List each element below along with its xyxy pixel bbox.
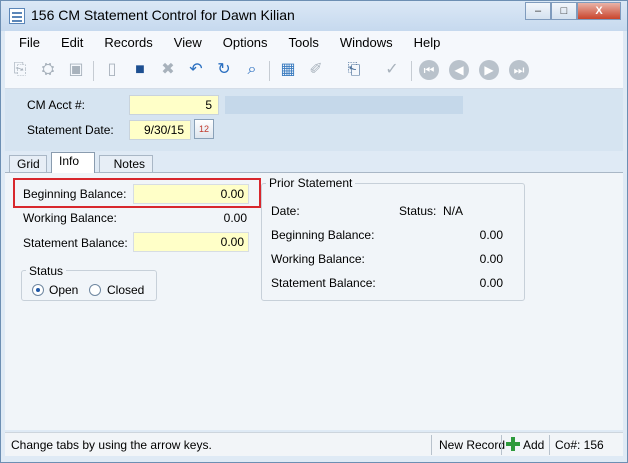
prior-working-value: 0.00	[479, 252, 503, 266]
binoculars-icon[interactable]: ⛭	[37, 59, 59, 81]
status-mode: New Record	[439, 438, 506, 452]
prior-date-label: Date:	[271, 204, 300, 218]
add-button[interactable]: Add	[523, 438, 544, 452]
new-document-icon[interactable]: ▯	[101, 59, 123, 81]
prior-working-label: Working Balance:	[271, 252, 365, 266]
status-bar: Change tabs by using the arrow keys. New…	[5, 432, 623, 456]
cm-acct-label: CM Acct #:	[27, 98, 86, 112]
attachment-icon[interactable]: ✐	[305, 59, 327, 81]
menu-view[interactable]: View	[174, 35, 202, 50]
tab-info[interactable]: Info	[51, 152, 95, 173]
tab-grid[interactable]: Grid	[9, 155, 47, 173]
add-icon[interactable]	[505, 436, 521, 452]
beginning-balance-field[interactable]: 0.00	[133, 184, 249, 204]
tab-strip: Grid Info Notes	[5, 151, 623, 173]
toolbar-separator	[269, 61, 270, 81]
previous-record-icon[interactable]: ◀	[449, 60, 469, 80]
spellcheck-icon[interactable]: ✓	[381, 59, 403, 81]
statement-balance-field[interactable]: 0.00	[133, 232, 249, 252]
scanner-icon[interactable]: ⎗	[343, 59, 365, 81]
status-separator	[549, 435, 550, 455]
minimize-button[interactable]: –	[525, 2, 551, 20]
toolbar-separator	[93, 61, 94, 81]
status-open-radio[interactable]	[32, 284, 44, 296]
first-record-icon[interactable]: ⏮	[419, 60, 439, 80]
prior-status-value: N/A	[443, 204, 464, 218]
menu-help[interactable]: Help	[414, 35, 441, 50]
status-closed-radio[interactable]	[89, 284, 101, 296]
prior-beginning-label: Beginning Balance:	[271, 228, 375, 242]
header-panel: CM Acct #: 5 Statement Date: 9/30/15 12	[5, 89, 623, 151]
prior-statement-value: 0.00	[479, 276, 503, 290]
status-hint: Change tabs by using the arrow keys.	[11, 438, 212, 452]
status-open-label[interactable]: Open	[49, 283, 78, 297]
calendar-icon[interactable]: 12	[194, 119, 214, 139]
briefcase-icon[interactable]: ▣	[65, 59, 87, 81]
working-balance-value: 0.00	[223, 211, 247, 225]
tab-notes[interactable]: Notes	[99, 155, 153, 173]
beginning-balance-label: Beginning Balance:	[23, 187, 127, 201]
prior-status-label: Status:	[399, 204, 437, 218]
status-separator	[431, 435, 432, 455]
save-icon[interactable]: ■	[129, 59, 151, 81]
last-record-icon[interactable]: ⏭	[509, 60, 529, 80]
menu-options[interactable]: Options	[223, 35, 268, 50]
statement-date-label: Statement Date:	[27, 123, 114, 137]
statement-balance-label: Statement Balance:	[23, 236, 128, 250]
acct-description	[225, 96, 463, 114]
search-icon[interactable]: ⌕	[241, 59, 263, 81]
working-balance-label: Working Balance:	[23, 211, 117, 225]
undo-icon[interactable]: ↶	[185, 59, 207, 81]
title-bar: 156 CM Statement Control for Dawn Kilian…	[1, 1, 627, 31]
company-number: Co#: 156	[555, 438, 604, 452]
prior-statement-label: Statement Balance:	[271, 276, 376, 290]
statement-date-field[interactable]: 9/30/15	[129, 120, 191, 140]
calculator-icon[interactable]: ▦	[277, 59, 299, 81]
window-title: 156 CM Statement Control for Dawn Kilian	[31, 7, 295, 23]
statement-control-window: 156 CM Statement Control for Dawn Kilian…	[0, 0, 628, 463]
menu-edit[interactable]: Edit	[61, 35, 83, 50]
toolbar-separator	[411, 61, 412, 81]
menu-windows[interactable]: Windows	[340, 35, 393, 50]
menu-file[interactable]: File	[19, 35, 40, 50]
close-button[interactable]: X	[577, 2, 621, 20]
cm-acct-field[interactable]: 5	[129, 95, 219, 115]
menu-tools[interactable]: Tools	[289, 35, 319, 50]
open-icon[interactable]: ⎘	[9, 59, 31, 81]
refresh-icon[interactable]: ↻	[213, 59, 235, 81]
toolbar: ⎘ ⛭ ▣ ▯ ■ ✖ ↶ ↻ ⌕ ▦ ✐ ⎗ ✓ ⏮ ◀ ▶ ⏭	[5, 53, 623, 89]
status-group-title: Status	[26, 264, 67, 278]
status-closed-label[interactable]: Closed	[107, 283, 144, 297]
next-record-icon[interactable]: ▶	[479, 60, 499, 80]
prior-statement-title: Prior Statement	[266, 176, 356, 190]
app-icon	[9, 8, 25, 24]
menu-bar: File Edit Records View Options Tools Win…	[5, 31, 623, 53]
menu-records[interactable]: Records	[104, 35, 152, 50]
window-controls: – □ X	[525, 2, 621, 20]
maximize-button[interactable]: □	[551, 2, 577, 20]
info-panel: Beginning Balance: 0.00 Working Balance:…	[5, 172, 623, 430]
delete-icon[interactable]: ✖	[157, 59, 179, 81]
status-separator	[501, 435, 502, 455]
prior-beginning-value: 0.00	[479, 228, 503, 242]
